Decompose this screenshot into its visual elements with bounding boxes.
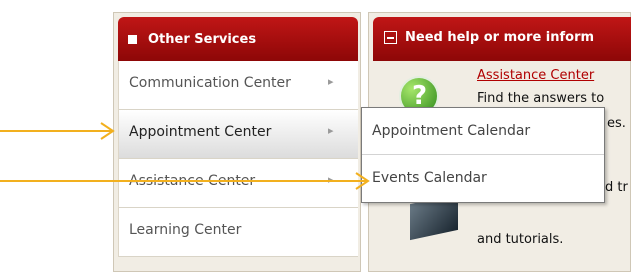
chevron-right-icon: ▸	[328, 124, 334, 137]
arrow-to-appointment-center	[0, 122, 115, 140]
tutorials-text-fragment: d tr	[605, 180, 628, 195]
menu-item-label: Assistance Center	[129, 173, 256, 189]
square-bullet-icon	[128, 35, 137, 44]
menu-item-appointment-center[interactable]: Appointment Center ▸	[119, 110, 358, 159]
menu-item-learning-center[interactable]: Learning Center	[119, 208, 358, 257]
submenu-item-appointment-calendar[interactable]: Appointment Calendar	[362, 108, 604, 155]
other-services-title: Other Services	[148, 32, 257, 47]
chevron-right-icon: ▸	[328, 75, 334, 88]
submenu-item-label: Appointment Calendar	[372, 123, 531, 139]
assistance-center-link[interactable]: Assistance Center	[477, 68, 594, 83]
other-services-header: Other Services	[118, 17, 358, 61]
appointment-submenu: Appointment Calendar Events Calendar	[361, 107, 605, 203]
chevron-right-icon: ▸	[328, 173, 334, 186]
help-panel-title: Need help or more inform	[405, 30, 595, 45]
other-services-panel: Other Services Communication Center ▸ Ap…	[113, 12, 361, 272]
menu-item-label: Learning Center	[129, 222, 242, 238]
menu-item-label: Communication Center	[129, 75, 291, 91]
menu-item-communication-center[interactable]: Communication Center ▸	[119, 61, 358, 110]
menu-item-assistance-center[interactable]: Assistance Center ▸	[119, 159, 358, 208]
submenu-item-label: Events Calendar	[372, 170, 487, 186]
tutorials-text: and tutorials.	[477, 232, 564, 247]
collapse-icon[interactable]	[384, 31, 397, 44]
assistance-description-end: es.	[607, 116, 626, 131]
menu-item-label: Appointment Center	[129, 124, 272, 140]
other-services-menu: Communication Center ▸ Appointment Cente…	[118, 61, 358, 257]
assistance-description: Find the answers to	[477, 91, 605, 106]
help-panel-header: Need help or more inform	[373, 17, 631, 61]
submenu-item-events-calendar[interactable]: Events Calendar	[362, 155, 604, 202]
